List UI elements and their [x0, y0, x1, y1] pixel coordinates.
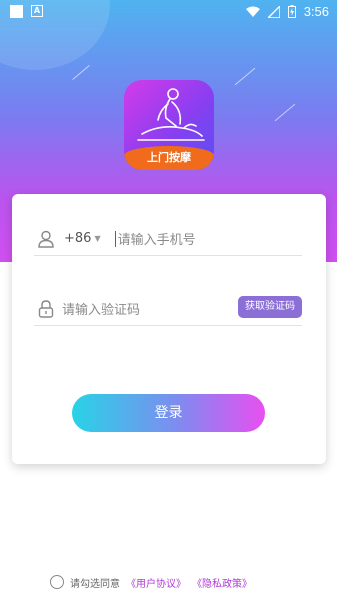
login-card: +86 ▼ 请输入手机号 请输入验证码 获取验证码 登录: [12, 194, 326, 464]
battery-icon: [287, 5, 296, 18]
code-input[interactable]: 请输入验证码: [62, 299, 140, 318]
code-row: 请输入验证码 获取验证码: [34, 292, 302, 326]
decorative-streak: [274, 103, 296, 122]
get-code-button[interactable]: 获取验证码: [238, 296, 302, 318]
wifi-icon: [245, 6, 260, 17]
a-notification-icon: A: [31, 5, 43, 17]
agreement-row: 请勾选同意 《用户协议》 《隐私政策》: [50, 572, 252, 592]
agreement-prefix: 请勾选同意: [70, 578, 120, 590]
login-button[interactable]: 登录: [72, 394, 265, 432]
privacy-policy-link[interactable]: 《隐私政策》: [192, 575, 252, 590]
status-time: 3:56: [303, 4, 329, 19]
square-notification-icon: [10, 5, 23, 18]
caret-down-icon: ▼: [94, 234, 101, 243]
decorative-streak: [234, 67, 256, 86]
user-icon: [38, 230, 54, 248]
decorative-streak: [72, 65, 90, 80]
status-bar: A 3:56: [0, 0, 337, 24]
signal-icon: [267, 5, 280, 18]
agree-checkbox[interactable]: [50, 575, 64, 589]
massage-figure-icon: [137, 88, 205, 141]
app-logo: 上门按摩: [124, 80, 214, 170]
phone-input[interactable]: 请输入手机号: [118, 229, 196, 248]
country-code-label: +86: [64, 231, 92, 246]
phone-row: +86 ▼ 请输入手机号: [34, 222, 302, 256]
text-cursor: [114, 230, 116, 247]
lock-icon: [38, 299, 54, 318]
country-code-select[interactable]: +86 ▼: [64, 231, 101, 246]
logo-title: 上门按摩: [124, 146, 214, 170]
user-agreement-link[interactable]: 《用户协议》: [126, 575, 186, 590]
